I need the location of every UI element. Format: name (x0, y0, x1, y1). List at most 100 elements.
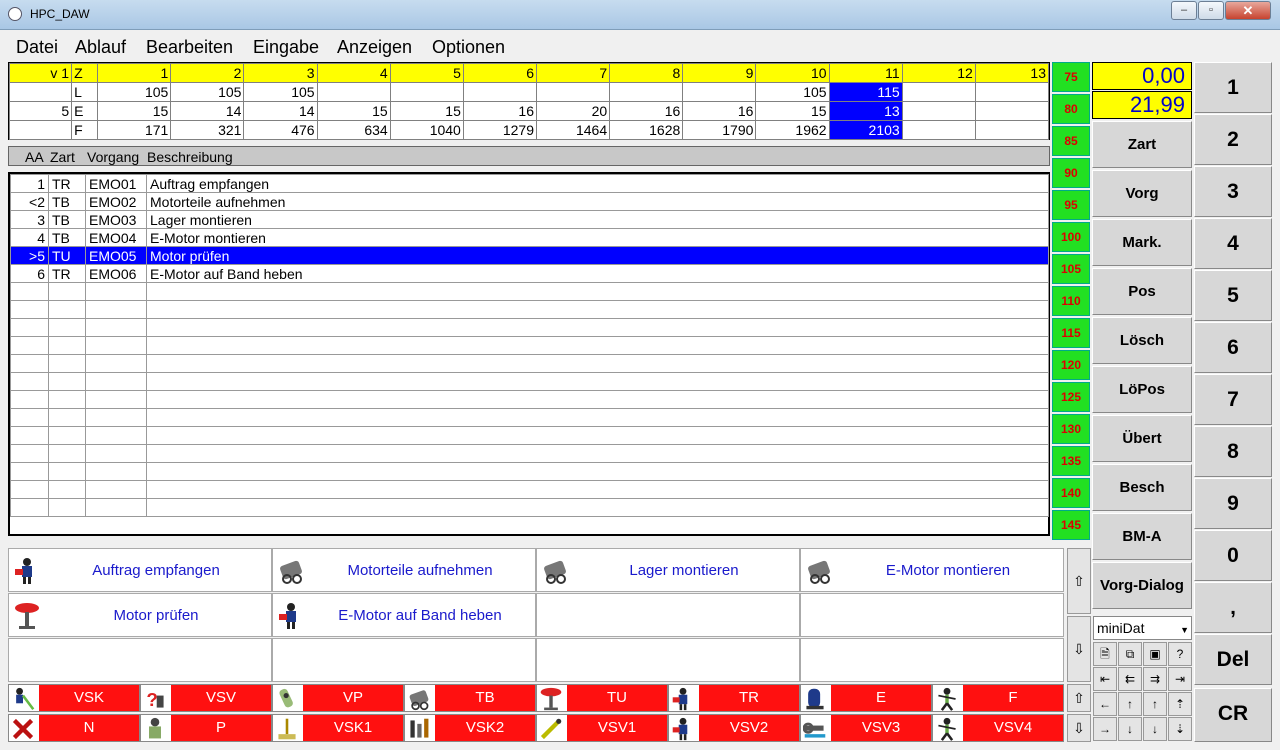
top-grid-cell[interactable] (462, 82, 538, 102)
prev-page-icon[interactable]: ⇇ (1118, 667, 1142, 691)
top-grid-cell[interactable]: 14 (243, 101, 318, 121)
keypad-key[interactable]: 6 (1194, 322, 1272, 373)
top-grid-header-cell[interactable]: 8 (609, 63, 684, 83)
menu-anzeigen[interactable]: Anzeigen (337, 37, 412, 58)
ruler-tick[interactable]: 125 (1052, 382, 1090, 412)
code-button-vsk2[interactable]: VSK2 (404, 714, 536, 742)
top-grid-cell[interactable] (901, 101, 976, 121)
minidat-select[interactable]: miniDat ▼ (1093, 616, 1192, 640)
top-grid-cell[interactable] (8, 82, 73, 102)
process-button[interactable]: E-Motor auf Band heben (272, 593, 536, 637)
function-button-vorg-dialog[interactable]: Vorg-Dialog (1092, 562, 1192, 609)
code-scroll-down-button[interactable]: ⇩ (1067, 714, 1091, 742)
top-grid-cell[interactable]: 16 (462, 101, 538, 121)
top-grid-cell[interactable] (974, 101, 1050, 121)
top-grid-cell[interactable] (609, 82, 684, 102)
top-grid-cell[interactable]: 1962 (755, 120, 830, 140)
list-row[interactable] (10, 498, 1049, 517)
bottom-icon[interactable]: ⇣ (1168, 717, 1192, 741)
ruler-tick[interactable]: 115 (1052, 318, 1090, 348)
page-icon[interactable]: 🗎 (1093, 642, 1117, 666)
list-row[interactable] (10, 318, 1049, 337)
ruler-tick[interactable]: 80 (1052, 94, 1090, 124)
list-row[interactable] (10, 282, 1049, 301)
top-grid-cell[interactable]: 2103 (828, 120, 903, 140)
top-grid-cell[interactable] (316, 82, 391, 102)
list-row[interactable] (10, 444, 1049, 463)
list-row[interactable] (10, 336, 1049, 355)
code-button-vsv3[interactable]: VSV3 (800, 714, 932, 742)
keypad-key[interactable]: Del (1194, 634, 1272, 685)
top-grid-cell[interactable]: 1628 (609, 120, 684, 140)
up-alt-icon[interactable]: ↑ (1143, 692, 1167, 716)
top-grid-cell[interactable]: 15 (316, 101, 391, 121)
list-row[interactable]: <2 TB EMO02 Motorteile aufnehmen (10, 192, 1049, 211)
ruler-tick[interactable]: 120 (1052, 350, 1090, 380)
top-grid-header-cell[interactable]: 9 (682, 63, 757, 83)
list-row[interactable] (10, 354, 1049, 373)
function-button-besch[interactable]: Besch (1092, 464, 1192, 511)
top-grid-cell[interactable]: 105 (243, 82, 318, 102)
col-beschreibung[interactable]: Beschreibung (147, 149, 233, 165)
menu-eingabe[interactable]: Eingabe (253, 37, 319, 58)
function-button-löpos[interactable]: LöPos (1092, 366, 1192, 413)
minimize-button[interactable]: – (1171, 1, 1197, 20)
top-grid-cell[interactable]: 171 (97, 120, 172, 140)
list-row[interactable] (10, 372, 1049, 391)
top-grid-cell[interactable]: E (71, 101, 99, 121)
code-button-n[interactable]: N (8, 714, 140, 742)
menu-optionen[interactable]: Optionen (432, 37, 505, 58)
keypad-key[interactable]: 0 (1194, 530, 1272, 581)
empty-process-slot[interactable] (272, 638, 536, 682)
col-vorgang[interactable]: Vorgang (87, 149, 139, 165)
top-grid-cell[interactable] (682, 82, 757, 102)
top-grid-header-cell[interactable]: 6 (462, 63, 538, 83)
keypad-key[interactable]: , (1194, 582, 1272, 633)
ruler-tick[interactable]: 135 (1052, 446, 1090, 476)
code-button-vsv4[interactable]: VSV4 (932, 714, 1064, 742)
top-grid-header-cell[interactable]: 1 (97, 63, 172, 83)
keypad-key[interactable]: 9 (1194, 478, 1272, 529)
top-grid-cell[interactable]: 15 (755, 101, 830, 121)
top-grid-cell[interactable]: F (71, 120, 99, 140)
top-grid-cell[interactable]: 15 (389, 101, 464, 121)
top-grid-header-cell[interactable]: 11 (828, 63, 903, 83)
first-icon[interactable]: ⇤ (1093, 667, 1117, 691)
code-button-tb[interactable]: TB (404, 684, 536, 712)
code-button-e[interactable]: E (800, 684, 932, 712)
keypad-key[interactable]: 8 (1194, 426, 1272, 477)
save-icon[interactable]: ▣ (1143, 642, 1167, 666)
top-grid-cell[interactable] (535, 82, 611, 102)
top-grid-header-cell[interactable]: 10 (755, 63, 830, 83)
top-grid-cell[interactable]: 13 (828, 101, 903, 121)
function-button-vorg[interactable]: Vorg (1092, 170, 1192, 217)
top-grid-cell[interactable]: 5 (8, 101, 73, 121)
function-button-bm-a[interactable]: BM-A (1092, 513, 1192, 560)
maximize-button[interactable]: ▫ (1198, 1, 1224, 20)
list-row[interactable]: 6 TR EMO06 E-Motor auf Band heben (10, 264, 1049, 283)
ruler-tick[interactable]: 130 (1052, 414, 1090, 444)
keypad-key[interactable]: 7 (1194, 374, 1272, 425)
top-grid-header-cell[interactable]: 5 (389, 63, 464, 83)
menu-ablauf[interactable]: Ablauf (75, 37, 126, 58)
ruler-tick[interactable]: 90 (1052, 158, 1090, 188)
top-grid-cell[interactable]: 105 (170, 82, 245, 102)
top-grid-cell[interactable] (974, 120, 1050, 140)
process-button[interactable]: Lager montieren (536, 548, 800, 592)
list-row[interactable] (10, 426, 1049, 445)
up-icon[interactable]: ↑ (1118, 692, 1142, 716)
list-row[interactable]: 1 TR EMO01 Auftrag empfangen (10, 174, 1049, 193)
empty-process-slot[interactable] (800, 593, 1064, 637)
top-grid-header-cell[interactable]: 4 (316, 63, 391, 83)
list-row[interactable] (10, 462, 1049, 481)
function-button-zart[interactable]: Zart (1092, 121, 1192, 168)
code-button-vsv1[interactable]: VSV1 (536, 714, 668, 742)
process-list[interactable]: 1 TR EMO01 Auftrag empfangen <2 TB EMO02 Motort… (8, 172, 1050, 536)
list-row[interactable] (10, 300, 1049, 319)
top-grid-cell[interactable]: 105 (755, 82, 830, 102)
ruler-tick[interactable]: 75 (1052, 62, 1090, 92)
col-aa[interactable]: AA (25, 149, 44, 165)
top-grid-cell[interactable] (901, 82, 976, 102)
empty-process-slot[interactable] (800, 638, 1064, 682)
empty-process-slot[interactable] (536, 593, 800, 637)
